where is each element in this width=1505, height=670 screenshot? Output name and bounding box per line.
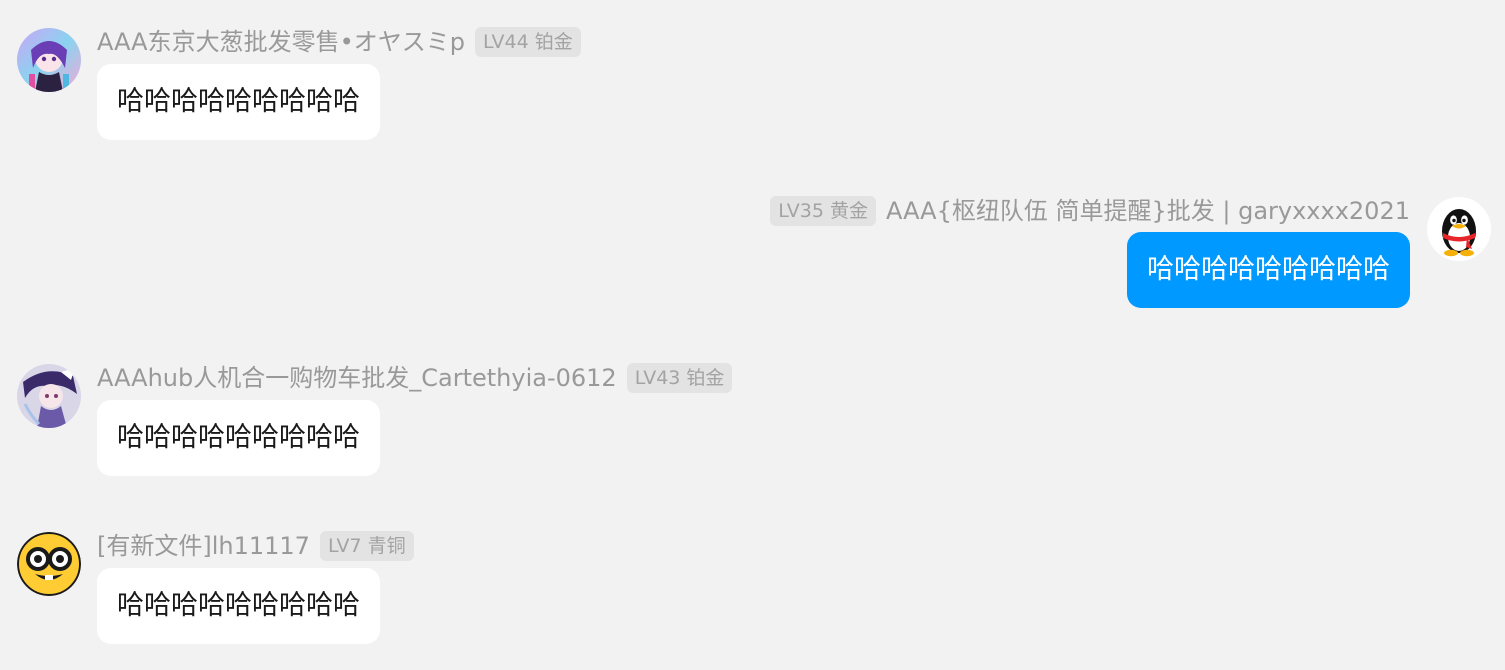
message-bubble[interactable]: 哈哈哈哈哈哈哈哈哈 <box>97 64 380 140</box>
qq-penguin-avatar[interactable] <box>1427 197 1491 261</box>
chat-message: [有新文件]lh11117 LV7 青铜 哈哈哈哈哈哈哈哈哈 <box>0 508 1505 658</box>
sender-name[interactable]: AAA东京大葱批发零售•オヤスミp <box>97 26 465 58</box>
chat-message: LV35 黄金 AAA{枢纽队伍 简单提醒}批发 | garyxxxx2021 … <box>0 170 1505 320</box>
chat-message: AAAhub人机合一购物车批发_Cartethyia-0612 LV43 铂金 … <box>0 340 1505 490</box>
sender-name[interactable]: AAA{枢纽队伍 简单提醒}批发 | garyxxxx2021 <box>886 195 1410 227</box>
message-bubble[interactable]: 哈哈哈哈哈哈哈哈哈 <box>97 400 380 476</box>
message-bubble[interactable]: 哈哈哈哈哈哈哈哈哈 <box>1127 232 1410 308</box>
anime-character-avatar[interactable] <box>17 364 81 428</box>
sender-name[interactable]: AAAhub人机合一购物车批发_Cartethyia-0612 <box>97 362 617 394</box>
level-badge: LV43 铂金 <box>626 363 733 393</box>
sender-name[interactable]: [有新文件]lh11117 <box>97 530 310 562</box>
sender-info: LV35 黄金 AAA{枢纽队伍 简单提醒}批发 | garyxxxx2021 <box>770 195 1410 227</box>
anime-girl-avatar[interactable] <box>17 28 81 92</box>
sender-info: AAA东京大葱批发零售•オヤスミp LV44 铂金 <box>97 26 581 58</box>
level-badge: LV35 黄金 <box>770 196 876 226</box>
sender-info: [有新文件]lh11117 LV7 青铜 <box>97 530 414 562</box>
level-badge: LV7 青铜 <box>319 531 414 561</box>
level-badge: LV44 铂金 <box>474 27 581 57</box>
chat-message: AAA东京大葱批发零售•オヤスミp LV44 铂金 哈哈哈哈哈哈哈哈哈 <box>0 0 1505 150</box>
message-bubble[interactable]: 哈哈哈哈哈哈哈哈哈 <box>97 568 380 644</box>
nerd-emoji-avatar[interactable] <box>17 532 81 596</box>
sender-info: AAAhub人机合一购物车批发_Cartethyia-0612 LV43 铂金 <box>97 362 733 394</box>
